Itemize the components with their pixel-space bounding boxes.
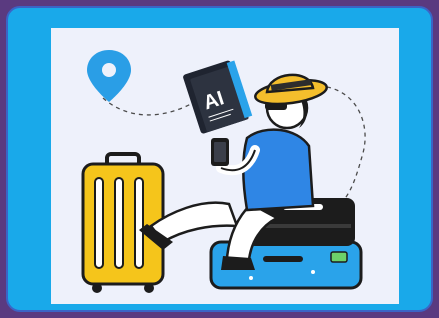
page-background: AI xyxy=(0,0,439,318)
ai-book-icon: AI xyxy=(183,60,253,134)
yellow-suitcase xyxy=(81,152,165,293)
location-pin-icon xyxy=(87,50,131,102)
travel-illustration: AI xyxy=(51,28,399,304)
